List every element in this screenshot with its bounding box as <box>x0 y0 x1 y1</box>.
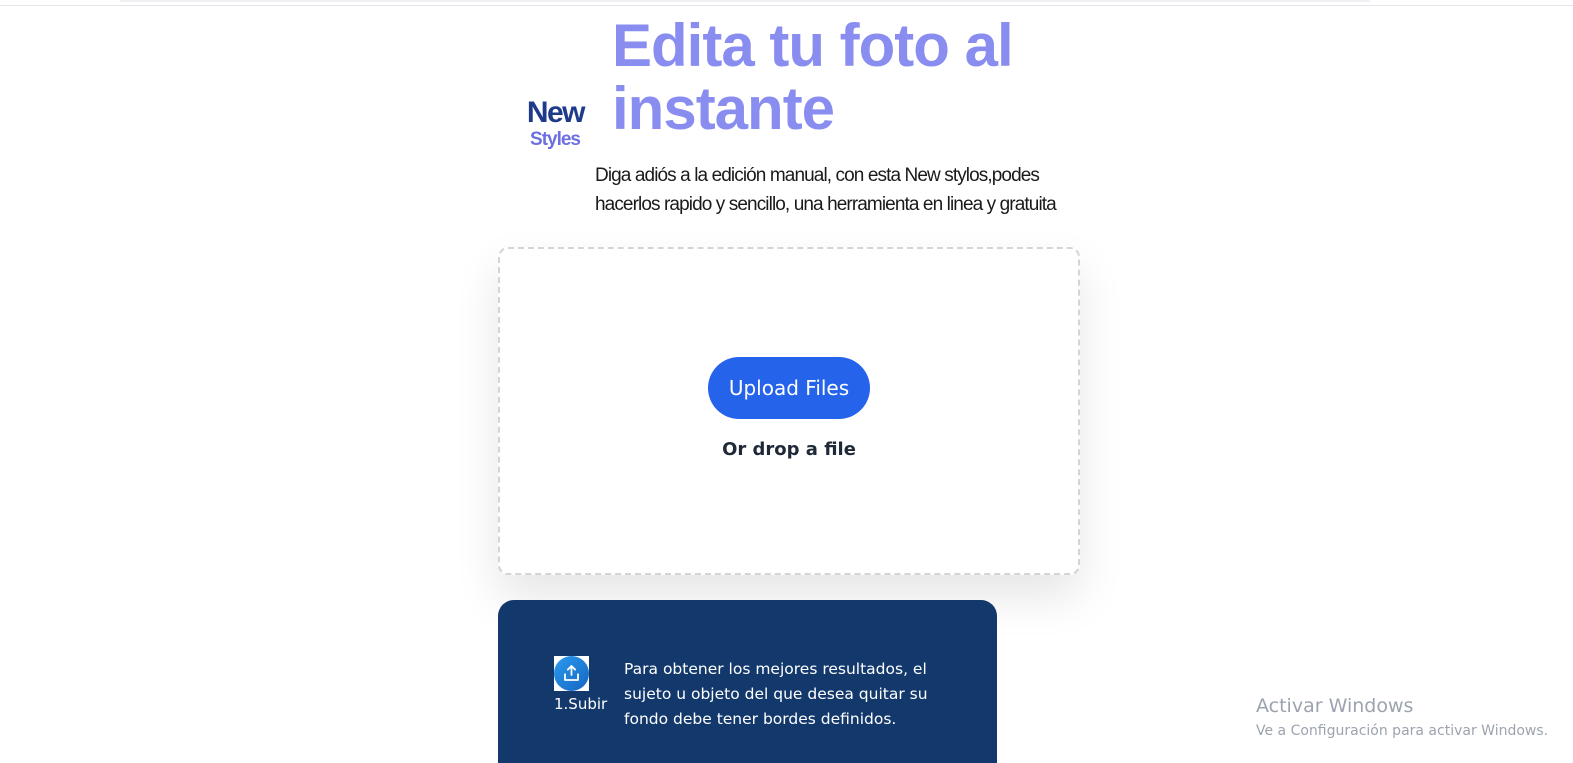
step-1-description: Para obtener los mejores resultados, el … <box>624 657 934 732</box>
page: New Styles Edita tu foto al instante Dig… <box>0 0 1573 763</box>
watermark-subtitle: Ve a Configuración para activar Windows. <box>1256 723 1549 739</box>
hero-subtitle-line-1: Diga adiós a la edición manual, con esta… <box>595 165 1040 186</box>
logo-new-text: New <box>526 96 586 129</box>
file-dropzone[interactable]: Upload Files Or drop a file <box>498 247 1080 575</box>
top-bar-accent <box>120 0 1370 2</box>
hero-title-line-1: Edita tu foto al <box>612 12 1014 79</box>
logo-styles-text: Styles <box>530 129 581 150</box>
step-1-label: 1.Subir <box>554 695 608 713</box>
drop-file-label: Or drop a file <box>722 439 856 460</box>
step-1-description-line-3: fondo debe tener bordes definidos. <box>624 710 897 728</box>
step-1-description-line-1: Para obtener los mejores resultados, el <box>624 660 927 678</box>
step-1-description-line-2: sujeto u objeto del que desea quitar su <box>624 685 928 703</box>
upload-files-button[interactable]: Upload Files <box>708 357 870 419</box>
brand-logo[interactable]: New Styles <box>512 96 586 150</box>
top-divider <box>0 5 1573 6</box>
upload-arrow-glyph <box>564 665 579 681</box>
windows-activation-watermark: Activar Windows Ve a Configuración para … <box>1256 694 1548 743</box>
hero-subtitle-line-2: hacerlos rapido y sencillo, una herramie… <box>595 194 1057 215</box>
hero-title-line-2: instante <box>612 75 835 142</box>
hero-subtitle: Diga adiós a la edición manual, con esta… <box>595 161 1075 219</box>
step-info-card: 1.Subir Para obtener los mejores resulta… <box>498 600 997 763</box>
watermark-title: Activar Windows <box>1256 695 1414 717</box>
hero-title: Edita tu foto al instante <box>612 12 1014 142</box>
upload-icon <box>554 656 589 691</box>
